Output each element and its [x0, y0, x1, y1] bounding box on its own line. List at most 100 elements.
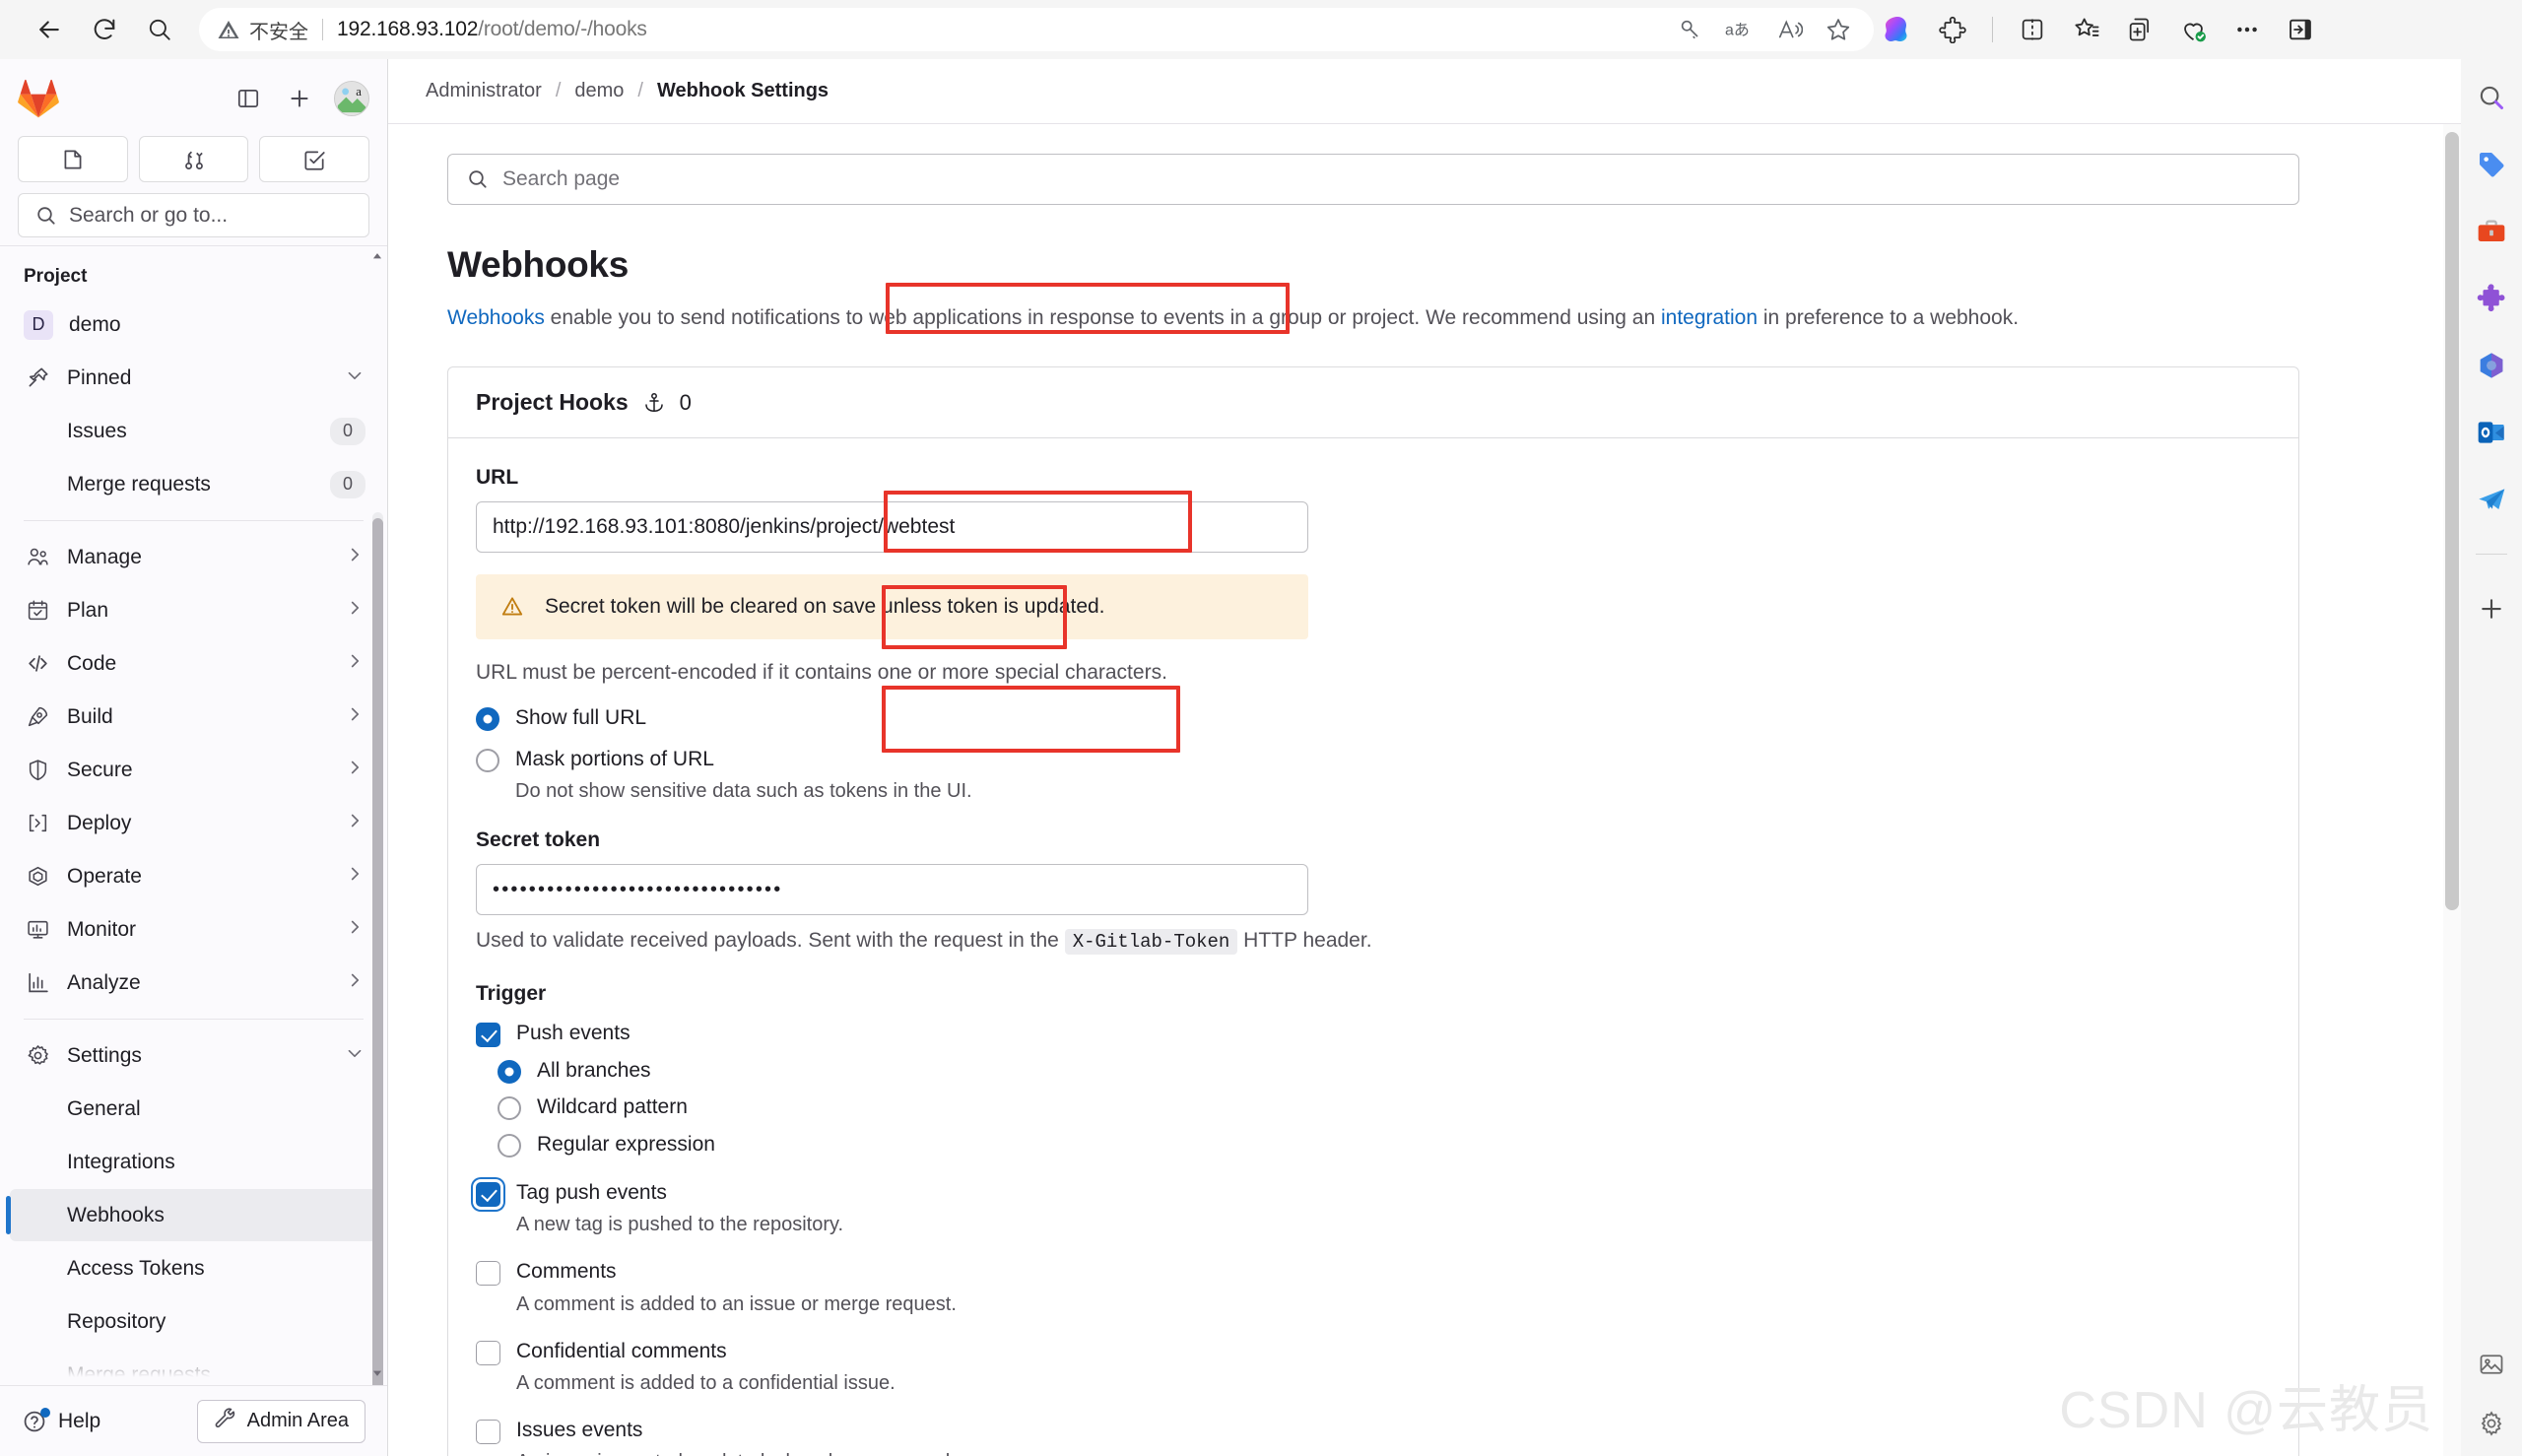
sidebar-header: a Search or go to...: [0, 59, 387, 245]
url-mode-show-full[interactable]: Show full URL: [476, 704, 2271, 732]
content-body: Search page Webhooks Webhooks enable you…: [388, 124, 2461, 1456]
checkbox-comments[interactable]: [476, 1261, 500, 1287]
read-aloud-icon[interactable]: [1776, 17, 1803, 42]
radio-show-full-url[interactable]: [476, 707, 499, 732]
merge-requests-quick-icon[interactable]: [138, 136, 249, 182]
todos-quick-icon[interactable]: [259, 136, 370, 182]
sidebar-item-operate[interactable]: Operate: [10, 850, 377, 902]
sidebar-item-integrations[interactable]: Integrations: [10, 1136, 377, 1188]
radio-regular-expression[interactable]: [498, 1133, 521, 1158]
sidebar-item-label: Build: [67, 704, 113, 728]
sidebar-item-pinned[interactable]: Pinned: [10, 352, 377, 404]
sidebar-item-build[interactable]: Build: [10, 691, 377, 743]
sidebar-item-general[interactable]: General: [10, 1083, 377, 1135]
radio-all-branches[interactable]: [498, 1060, 521, 1085]
sidebar-item-plan[interactable]: Plan: [10, 584, 377, 636]
extensions-icon[interactable]: [1939, 16, 1966, 43]
trigger-tag-push-events[interactable]: Tag push events A new tag is pushed to t…: [476, 1179, 2271, 1236]
sidebar-item-label: Monitor: [67, 917, 137, 941]
copilot-icon[interactable]: [1882, 14, 1913, 45]
refresh-icon[interactable]: [79, 4, 130, 55]
sidebar-item-demo[interactable]: D demo: [10, 298, 377, 351]
new-item-icon[interactable]: [283, 82, 316, 115]
trigger-issues-events[interactable]: Issues events An issue is created, updat…: [476, 1417, 2271, 1456]
branch-all[interactable]: All branches: [498, 1057, 2271, 1085]
avatar[interactable]: a: [334, 81, 369, 116]
security-status[interactable]: 不安全: [217, 16, 308, 44]
sidebar-item-issues[interactable]: Issues 0: [10, 405, 377, 457]
sidebar-item-code[interactable]: Code: [10, 637, 377, 690]
radio-wildcard-pattern[interactable]: [498, 1096, 521, 1121]
help-button[interactable]: Help: [22, 1407, 100, 1434]
add-icon[interactable]: [2475, 592, 2508, 626]
scroll-up-arrow[interactable]: [369, 248, 385, 264]
browser-essentials-icon[interactable]: [2179, 16, 2208, 44]
sidebar-item-repository[interactable]: Repository: [10, 1295, 377, 1348]
back-icon[interactable]: [24, 4, 75, 55]
search-icon[interactable]: [134, 4, 185, 55]
sidebar-item-settings-merge-requests[interactable]: Merge requests: [10, 1349, 377, 1386]
issues-quick-icon[interactable]: [18, 136, 128, 182]
url-mode-mask[interactable]: Mask portions of URL Do not show sensiti…: [476, 746, 2271, 803]
image-tool-icon[interactable]: [2475, 1348, 2508, 1381]
admin-area-label: Admin Area: [246, 1410, 349, 1431]
checkbox-label: Issues events: [516, 1418, 643, 1441]
trigger-label: Trigger: [476, 982, 547, 1006]
checkbox-tag-push-events[interactable]: [476, 1181, 500, 1207]
trigger-comments[interactable]: Comments A comment is added to an issue …: [476, 1258, 2271, 1315]
scroll-down-arrow[interactable]: [369, 1365, 385, 1381]
add-tab-icon[interactable]: [2126, 16, 2154, 43]
branch-wildcard[interactable]: Wildcard pattern: [498, 1093, 2271, 1121]
sidebar-item-settings[interactable]: Settings: [10, 1029, 377, 1082]
office-icon[interactable]: [2475, 349, 2508, 382]
checkbox-confidential-comments[interactable]: [476, 1340, 500, 1365]
tag-icon[interactable]: [2475, 148, 2508, 181]
search-input[interactable]: Search or go to...: [18, 193, 369, 237]
favorite-star-icon[interactable]: [1825, 16, 1852, 43]
sidebar-item-monitor[interactable]: Monitor: [10, 903, 377, 956]
page-search-input[interactable]: Search page: [447, 154, 2299, 205]
split-screen-icon[interactable]: [2019, 16, 2046, 43]
url-input[interactable]: http://192.168.93.101:8080/jenkins/proje…: [476, 501, 1308, 554]
sidebar-item-label: Issues: [67, 419, 127, 442]
address-bar[interactable]: 不安全 192.168.93.102/root/demo/-/hooks aあ: [199, 8, 1874, 51]
gitlab-logo-icon[interactable]: [18, 78, 59, 119]
admin-area-button[interactable]: Admin Area: [196, 1399, 365, 1443]
sidebar-scrollbar-thumb[interactable]: [372, 518, 383, 1385]
webhooks-doc-link[interactable]: Webhooks: [447, 306, 545, 329]
chevron-right-icon: [344, 703, 365, 731]
breadcrumb-item-administrator[interactable]: Administrator: [426, 80, 542, 102]
sidebar-collapse-icon[interactable]: [232, 82, 265, 115]
settings-more-icon[interactable]: [2233, 16, 2261, 43]
checkbox-push-events[interactable]: [476, 1023, 500, 1048]
sidebar-item-analyze[interactable]: Analyze: [10, 957, 377, 1009]
sidebar-item-merge-requests[interactable]: Merge requests 0: [10, 458, 377, 510]
collections-icon[interactable]: [2072, 16, 2100, 44]
secret-token-value: ••••••••••••••••••••••••••••••••: [493, 878, 783, 900]
radio-mask-portions[interactable]: [476, 748, 499, 772]
branch-regex[interactable]: Regular expression: [498, 1131, 2271, 1158]
telegram-icon[interactable]: [2475, 483, 2508, 516]
puzzle-icon[interactable]: [2475, 282, 2508, 315]
trigger-push-events[interactable]: Push events: [476, 1020, 2271, 1048]
tools-icon[interactable]: [2475, 215, 2508, 248]
search-icon[interactable]: [2475, 81, 2508, 114]
project-avatar: D: [24, 309, 53, 340]
outlook-icon[interactable]: [2475, 416, 2508, 449]
sidebar-toggle-icon[interactable]: [2287, 16, 2314, 43]
secret-token-input[interactable]: ••••••••••••••••••••••••••••••••: [476, 864, 1308, 916]
sidebar-item-manage[interactable]: Manage: [10, 531, 377, 583]
checkbox-issues-events[interactable]: [476, 1419, 500, 1444]
sidebar-item-secure[interactable]: Secure: [10, 744, 377, 796]
sidebar-item-access-tokens[interactable]: Access Tokens: [10, 1242, 377, 1294]
page-title: Webhooks: [447, 244, 629, 285]
trigger-confidential-comments[interactable]: Confidential comments A comment is added…: [476, 1338, 2271, 1395]
sidebar-item-webhooks[interactable]: Webhooks: [6, 1189, 377, 1241]
page-scrollbar-thumb[interactable]: [2445, 132, 2459, 910]
settings-icon[interactable]: [2475, 1407, 2508, 1440]
breadcrumb-item-demo[interactable]: demo: [574, 80, 624, 102]
sidebar-item-deploy[interactable]: Deploy: [10, 797, 377, 849]
key-icon[interactable]: [1678, 17, 1703, 42]
translate-icon[interactable]: aあ: [1725, 18, 1755, 41]
integration-link[interactable]: integration: [1661, 306, 1758, 329]
